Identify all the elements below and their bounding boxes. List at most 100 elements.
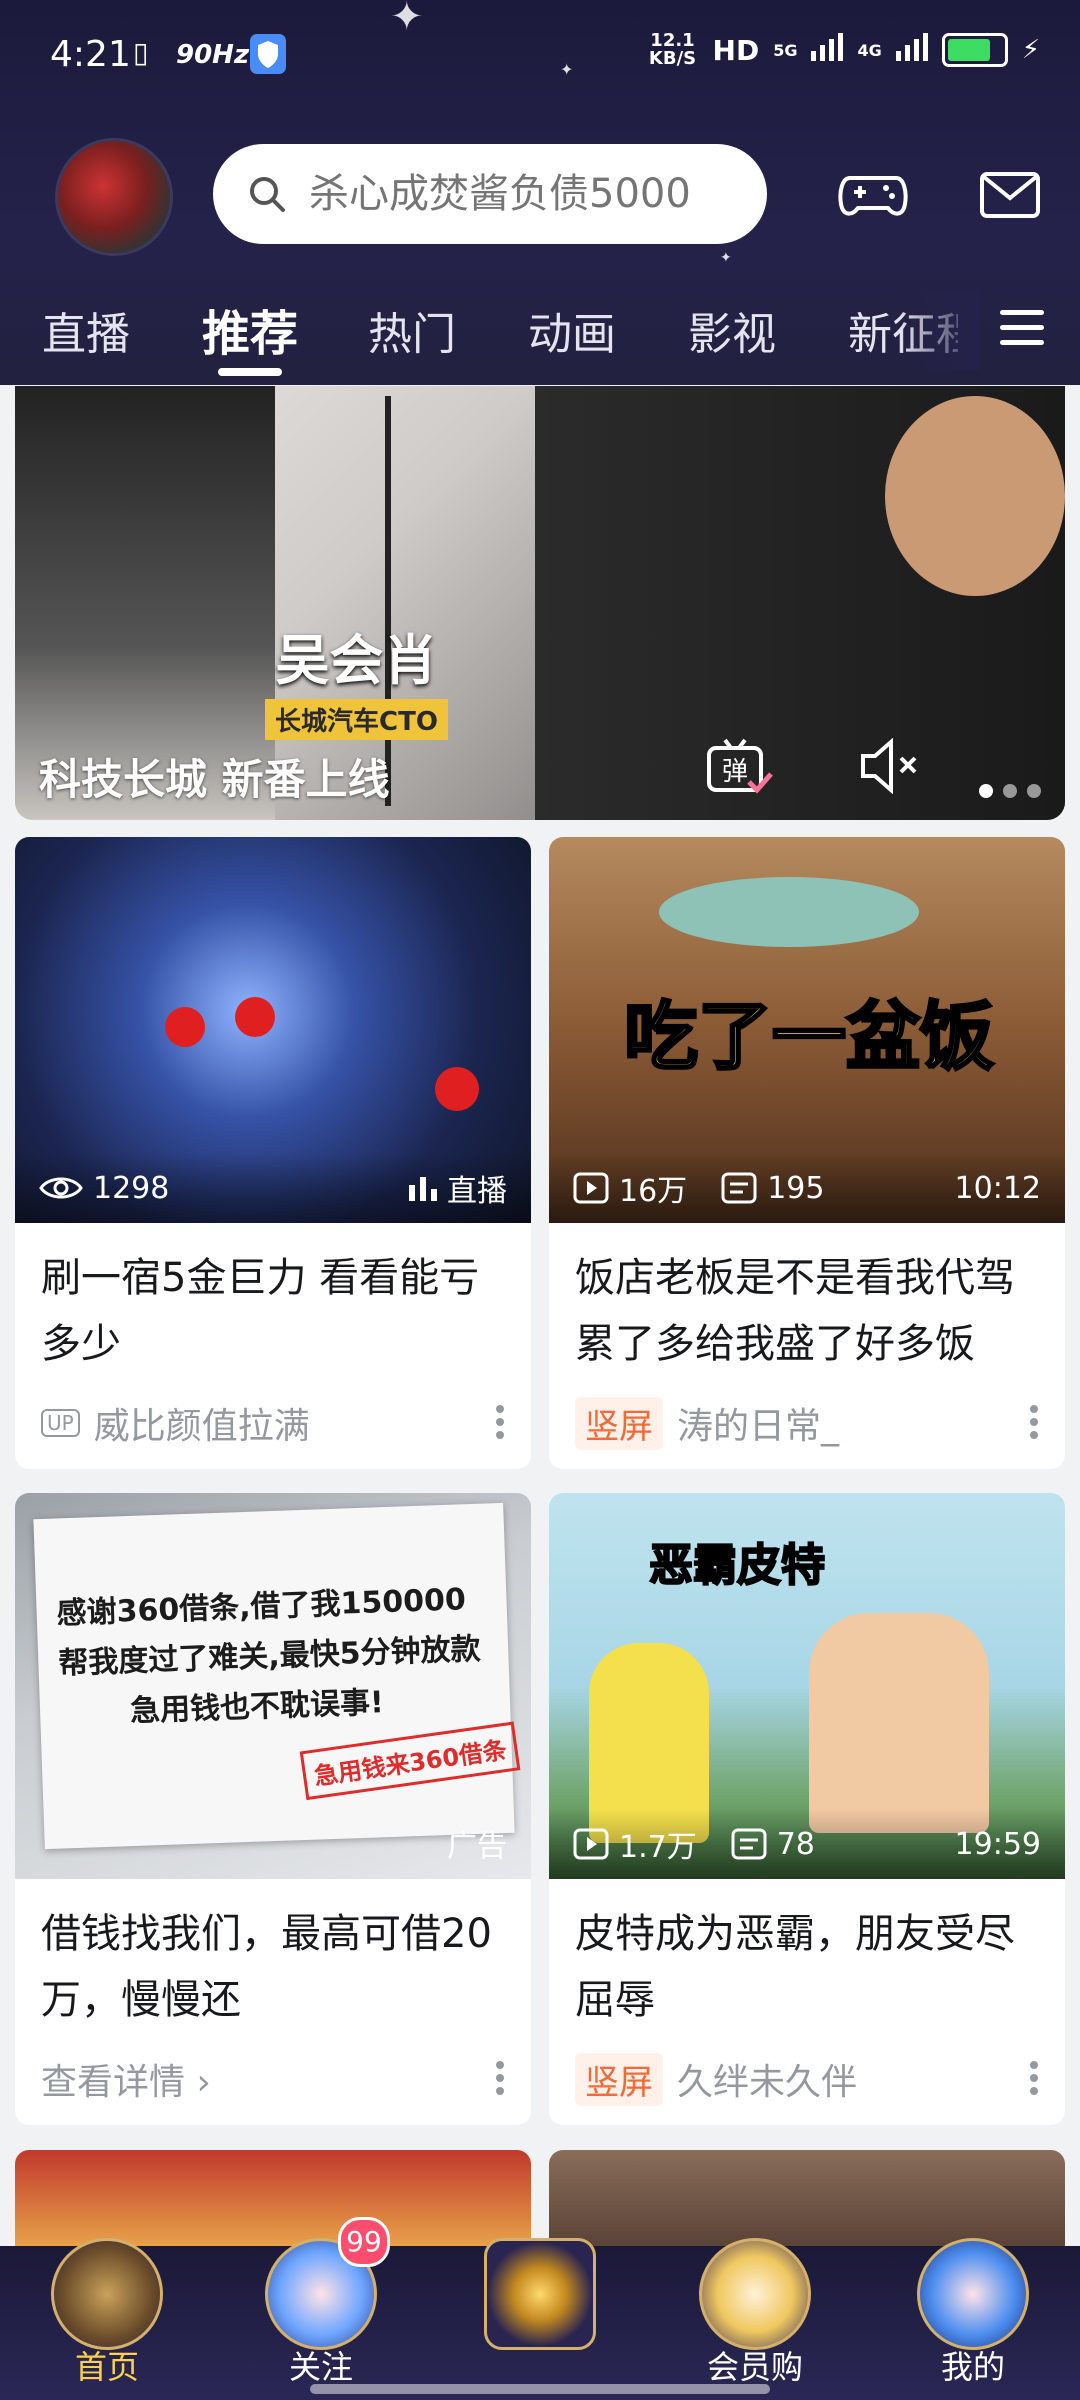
tab-film[interactable]: 影视 [688,298,776,362]
lantern-graphic [165,1007,205,1047]
more-options-icon[interactable] [495,2061,505,2104]
thumbnail-stats: 16万 195 10:12 [549,1153,1065,1223]
ad-stamp: 急用钱来360借条 [299,1721,521,1801]
vibrate-icon: ▯ [133,36,149,69]
ad-paper: 感谢360借条,借了我150000 帮我度过了难关,最快5分钟放款 急用钱也不耽… [33,1502,521,1850]
banner-title: 科技长城 新番上线 [39,755,390,804]
ad-thumbnail: 感谢360借条,借了我150000 帮我度过了难关,最快5分钟放款 急用钱也不耽… [15,1493,531,1879]
tab-anime[interactable]: 动画 [528,298,616,362]
carousel-dot[interactable] [1003,784,1017,798]
menu-icon[interactable] [1000,308,1044,352]
video-card[interactable]: 恶霸皮特 1.7万 78 19:59 皮特成为恶霸，朋友受尽屈辱 竖屏 久绊未久… [549,1493,1065,2125]
play-count-value: 1.7万 [619,1830,697,1865]
carousel-dots [979,784,1041,798]
danmaku-count: 78 [731,1827,815,1862]
ad-meta: 查看详情 › [15,2033,531,2125]
thumbnail-stats: 1298 直播 [15,1153,531,1223]
search-input[interactable] [307,170,751,218]
view-count-value: 1298 [93,1170,170,1206]
danmaku-icon [721,1172,757,1204]
net-speed: 12.1 KB/S [648,30,697,69]
tab-live[interactable]: 直播 [42,298,130,362]
nav-me[interactable]: 我的 [898,2238,1048,2400]
net-4g: 4G [857,40,882,60]
ad-text-line2: 帮我度过了难关,最快5分钟放款 [57,1631,482,1682]
live-badge: 直播 [409,1166,507,1210]
play-count: 16万 [573,1166,687,1210]
chyron-name: 吴会肖 [275,629,438,692]
play-icon [573,1828,609,1860]
refresh-rate: 90Hz [176,40,250,70]
chyron-role: 长城汽车CTO [265,699,448,740]
status-time: 4:21 [50,34,131,75]
danmaku-count-value: 78 [776,1826,815,1862]
star-compass-icon [484,2238,596,2350]
profile-icon [917,2238,1029,2350]
more-options-icon[interactable] [1029,1405,1039,1448]
banner-chyron: 吴会肖 长城汽车CTO [265,616,448,740]
mail-icon[interactable] [975,160,1045,230]
eye-icon [39,1177,83,1199]
nav-follow[interactable]: 99 关注 [246,2217,396,2400]
nav-member-shop[interactable]: 会员购 [680,2238,830,2400]
danmaku-toggle-icon[interactable]: 弹 [705,736,775,802]
video-title: 饭店老板是不是看我代驾累了多给我盛了好多饭 [575,1255,1015,1367]
hd-label: HD [712,33,760,67]
video-thumbnail: 恶霸皮特 1.7万 78 19:59 [549,1493,1065,1879]
more-options-icon[interactable] [495,1405,505,1448]
video-card[interactable]: 1298 直播 刷一宿5金巨力 看看能亏多少 UP 威比颜值拉满 [15,837,531,1469]
video-meta: 竖屏 久绊未久伴 [549,2033,1065,2125]
search-bar[interactable] [213,144,767,244]
tab-fade [900,290,980,370]
video-meta: 竖屏 涛的日常_ [549,1377,1065,1469]
tab-recommend[interactable]: 推荐 [202,294,298,364]
video-card[interactable]: 吃了一盆饭 16万 195 10:12 饭店老板是不是看我代驾累了多给我盛了好多… [549,837,1065,1469]
nav-home[interactable]: 首页 [32,2238,182,2400]
play-count: 1.7万 [573,1822,697,1866]
more-options-icon[interactable] [1029,2061,1039,2104]
nav-member-shop-label: 会员购 [706,2348,803,2386]
avatar[interactable] [55,138,173,256]
video-duration: 19:59 [954,1826,1041,1862]
carousel-dot[interactable] [1027,784,1041,798]
bowl-graphic [659,877,919,947]
carousel-dot[interactable] [979,784,993,798]
net-5g: 5G [773,40,798,60]
uploader-name[interactable]: 威比颜值拉满 [94,1397,310,1449]
gamepad-icon[interactable] [838,160,908,230]
follow-icon: 99 [265,2217,390,2350]
nav-center[interactable] [465,2238,615,2400]
tab-active-indicator [218,368,282,376]
view-count: 1298 [39,1171,169,1206]
video-duration: 10:12 [954,1170,1041,1206]
danmaku-count-value: 195 [767,1170,825,1206]
cartoon-figure [809,1613,989,1833]
home-icon [51,2238,163,2350]
nav-me-label: 我的 [940,2348,1005,2386]
thumbnail-stats: 1.7万 78 19:59 [549,1809,1065,1879]
video-thumbnail: 吃了一盆饭 16万 195 10:12 [549,837,1065,1223]
ad-text-line3: 急用钱也不耽误事! [129,1685,385,1730]
danmaku-label: 弹 [722,757,748,787]
play-count-value: 16万 [619,1174,688,1209]
uploader-name[interactable]: 久绊未久伴 [677,2053,857,2105]
ad-title: 借钱找我们，最高可借20万，慢慢还 [41,1911,492,2023]
bottom-navigation: 首页 99 关注 会员购 我的 [0,2217,1080,2400]
mute-icon[interactable] [857,737,921,798]
uploader-name[interactable]: 涛的日常_ [677,1397,839,1449]
charging-icon: ⚡ [1021,35,1040,65]
video-card-partial[interactable] [15,2150,531,2246]
video-meta: UP 威比颜值拉满 [15,1377,531,1469]
view-details-link[interactable]: 查看详情 › [41,2053,211,2105]
danmaku-count: 195 [721,1171,824,1206]
signal-icon [895,32,928,68]
ad-card[interactable]: 感谢360借条,借了我150000 帮我度过了难关,最快5分钟放款 急用钱也不耽… [15,1493,531,2125]
lantern-graphic [435,1067,479,1111]
nav-home-label: 首页 [74,2348,139,2386]
shield-icon [250,34,286,81]
video-card-partial[interactable] [549,2150,1065,2246]
nav-follow-label: 关注 [288,2348,353,2386]
promo-banner[interactable]: 吴会肖 长城汽车CTO 科技长城 新番上线 弹 [15,386,1065,820]
video-title: 刷一宿5金巨力 看看能亏多少 [41,1255,480,1367]
tab-hot[interactable]: 热门 [368,298,456,362]
